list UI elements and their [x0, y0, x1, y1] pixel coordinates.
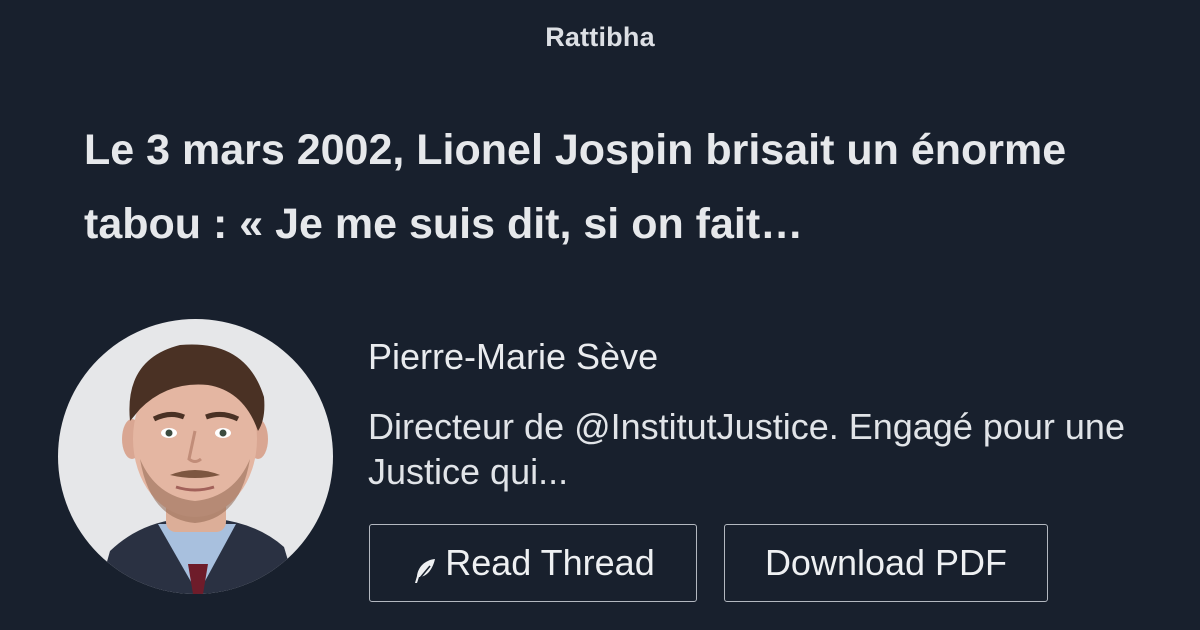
read-thread-label: Read Thread	[445, 542, 655, 583]
author-avatar	[58, 319, 333, 594]
thread-title: Le 3 mars 2002, Lionel Jospin brisait un…	[84, 126, 1067, 249]
download-pdf-button[interactable]: Download PDF	[724, 524, 1048, 602]
read-thread-button[interactable]: Read Thread	[369, 524, 697, 602]
brand-name: Rattibha	[545, 22, 655, 52]
author-bio: Directeur de @InstitutJustice. Engagé po…	[368, 406, 1125, 492]
author-name: Pierre-Marie Sève	[368, 336, 659, 377]
download-pdf-label: Download PDF	[764, 542, 1008, 583]
feather-icon	[411, 552, 439, 583]
